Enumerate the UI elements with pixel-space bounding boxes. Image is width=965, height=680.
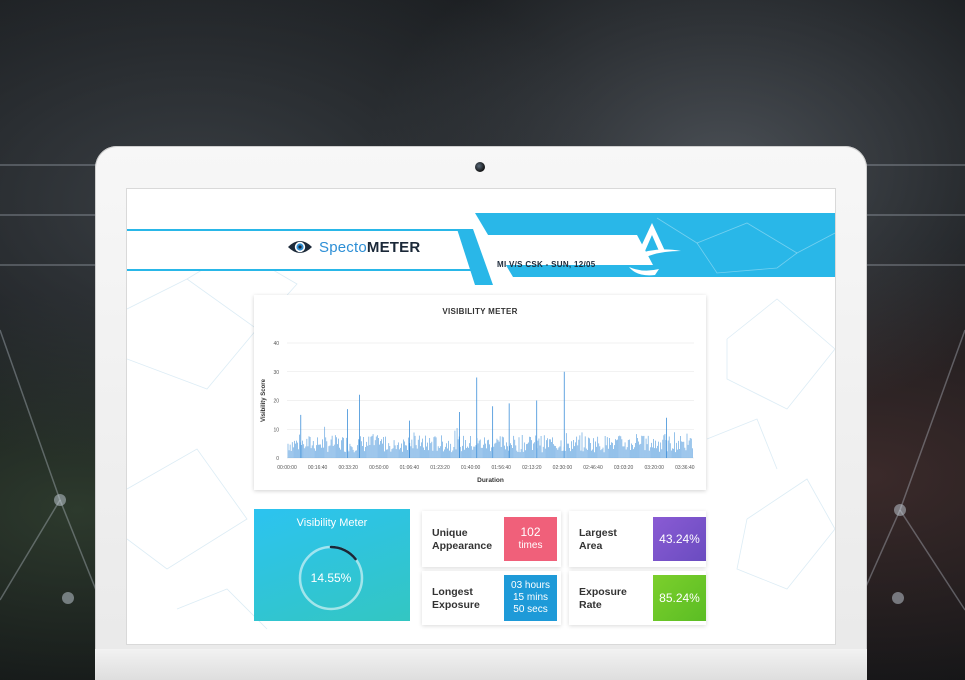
laptop-base [95, 649, 867, 680]
exposure-rate-label: Exposure Rate [579, 586, 627, 611]
y-tick-label: 30 [273, 370, 279, 376]
x-tick-label: 00:00:00 [277, 465, 297, 471]
longest-exposure-label: Longest Exposure [432, 586, 480, 611]
longest-exposure-hours: 03 hours [511, 580, 550, 591]
longest-exposure-mins: 15 mins [512, 592, 548, 603]
x-tick-label: 00:33:20 [338, 465, 358, 471]
unique-appearance-tile: Unique Appearance 102 times [422, 511, 561, 567]
y-tick-label: 40 [273, 341, 279, 347]
unique-appearance-label: Unique Appearance [432, 527, 493, 552]
largest-area-tile: Largest Area 43.24% [569, 511, 706, 567]
x-tick-label: 03:20:00 [644, 465, 664, 471]
largest-area-label: Largest Area [579, 527, 617, 552]
x-tick-label: 02:13:20 [522, 465, 542, 471]
x-tick-label: 00:16:40 [308, 465, 328, 471]
x-tick-label: 00:50:00 [369, 465, 389, 471]
visibility-meter-value: 14.55% [310, 571, 352, 585]
logo-prefix: Specto [319, 238, 367, 256]
camera-icon [475, 162, 485, 172]
y-tick-label: 10 [273, 427, 279, 433]
x-tick-label: 01:56:40 [491, 465, 511, 471]
x-tick-label: 01:23:20 [430, 465, 450, 471]
dashboard-screen: SpectoMETER MI V/S CSK - SUN, 12/05 0 10 2… [126, 188, 836, 645]
largest-area-value: 43.24% [653, 517, 706, 561]
x-tick-label: 01:40:00 [461, 465, 481, 471]
unique-appearance-count: 102 [520, 525, 541, 539]
visibility-meter-title: Visibility Meter [296, 517, 368, 529]
exposure-rate-tile: Exposure Rate 85.24% [569, 571, 706, 625]
x-axis-label: Duration [477, 477, 504, 484]
longest-exposure-value: 03 hours 15 mins 50 secs [504, 575, 557, 621]
y-tick-label: 20 [273, 399, 279, 405]
logo-suffix: METER [366, 238, 421, 256]
unique-appearance-value: 102 times [504, 517, 557, 561]
eye-icon [288, 241, 312, 253]
y-axis-label: Visibility Score [261, 378, 267, 422]
laptop-frame: SpectoMETER MI V/S CSK - SUN, 12/05 0 10 2… [95, 146, 867, 680]
visibility-meter-tile: Visibility Meter 14.55% [254, 509, 410, 621]
longest-exposure-tile: Longest Exposure 03 hours 15 mins 50 sec… [422, 571, 561, 625]
exposure-rate-percent: 85.24% [659, 590, 700, 605]
longest-exposure-secs: 50 secs [513, 604, 548, 615]
visibility-chart: 0 10 20 30 40 00:00:00 00:16:40 00:33:20 00:50:0… [261, 341, 695, 484]
brand-logo-icon [625, 223, 681, 276]
match-info: MI V/S CSK - SUN, 12/05 [497, 260, 596, 269]
x-tick-label: 02:30:00 [553, 465, 573, 471]
x-tick-label: 03:03:20 [614, 465, 634, 471]
y-tick-label: 0 [276, 456, 279, 462]
x-tick-label: 02:46:40 [583, 465, 603, 471]
spectometer-logo: SpectoMETER [287, 238, 420, 256]
largest-area-percent: 43.24% [659, 531, 700, 546]
unique-appearance-unit: times [518, 540, 543, 551]
chart-title: VISIBILITY METER [442, 307, 518, 316]
exposure-rate-value: 85.24% [653, 575, 706, 621]
visibility-chart-card: 0 10 20 30 40 00:00:00 00:16:40 00:33:20 00:50:0… [254, 295, 706, 490]
x-tick-label: 01:06:40 [400, 465, 420, 471]
x-tick-label: 03:36:40 [675, 465, 695, 471]
